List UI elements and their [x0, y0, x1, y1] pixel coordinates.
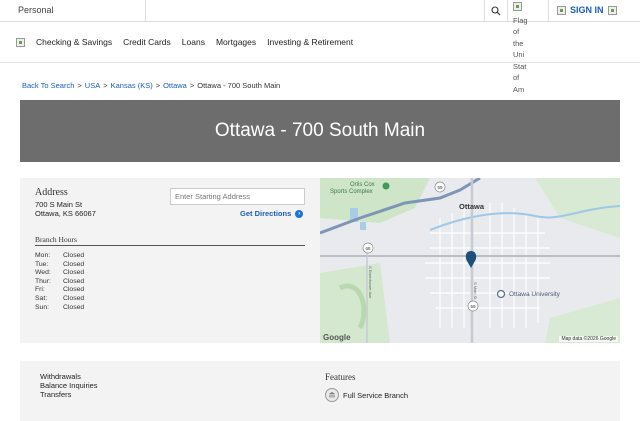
divider: [145, 0, 146, 22]
map-label-sports-complex: Sports Complex: [330, 189, 373, 195]
branch-map[interactable]: 59 68 59 Orlis Cox Sports Complex Ottawa…: [320, 178, 620, 343]
park-icon: [382, 182, 390, 190]
hours-day: Thur:: [35, 277, 51, 285]
map-label-eisenhower: S Eisenhower Ave: [368, 266, 373, 299]
broken-image-icon: [607, 5, 617, 15]
breadcrumb-ottawa[interactable]: Ottawa: [163, 81, 187, 90]
top-bar: Personal Flag of the Uni Stat of Am SIGN…: [0, 0, 640, 94]
lock-icon: [557, 5, 566, 15]
hours-day: Mon:: [35, 252, 51, 259]
svg-text:68: 68: [365, 246, 371, 251]
hours-value: Closed: [63, 286, 85, 294]
branch-hours-table: Mon: Closed Tue: Closed Wed: Closed Thur: Cl…: [35, 252, 84, 312]
hours-row: Mon: Closed: [35, 252, 84, 261]
services-panel: Withdrawals Balance Inquiries Transfers …: [20, 361, 620, 421]
chevron-right-icon: ›: [295, 209, 304, 218]
sign-in-label: SIGN IN: [570, 5, 604, 15]
hours-row: Fri: Closed: [35, 286, 84, 295]
hours-day: Tue:: [35, 260, 49, 268]
branch-hours-heading: Branch Hours: [35, 235, 77, 244]
nav-item-loans[interactable]: Loans: [182, 37, 205, 47]
segment-personal[interactable]: Personal: [18, 5, 54, 15]
breadcrumb-back-to-search[interactable]: Back To Search: [22, 81, 74, 90]
address-line1: 700 S Main St: [35, 200, 83, 209]
branch-info-panel: Address 700 S Main St Ottawa, KS 66067 G…: [20, 178, 320, 343]
divider: [548, 0, 549, 22]
starting-address-input[interactable]: [170, 188, 305, 205]
features-heading: Features: [325, 372, 356, 382]
hours-value: Closed: [63, 277, 85, 285]
breadcrumb-separator: >: [103, 81, 108, 90]
get-directions-link[interactable]: Get Directions ›: [240, 209, 304, 218]
route-shield: 68: [362, 242, 374, 254]
svg-text:59: 59: [437, 185, 443, 190]
hours-day: Sun:: [35, 303, 49, 311]
map-attribution[interactable]: Map data ©2026 Google: [559, 336, 618, 342]
hours-value: Closed: [63, 260, 85, 268]
hero-banner: Ottawa - 700 South Main: [20, 100, 620, 162]
nav-item-investing-retirement[interactable]: Investing & Retirement: [267, 37, 353, 47]
hours-row: Wed: Closed: [35, 269, 84, 278]
services-list: Withdrawals Balance Inquiries Transfers: [40, 372, 98, 399]
sign-in-button[interactable]: SIGN IN: [557, 5, 617, 15]
hours-row: Tue: Closed: [35, 261, 84, 270]
search-button[interactable]: [484, 0, 508, 22]
hours-value: Closed: [63, 269, 85, 277]
map-canvas[interactable]: 59 68 59 Orlis Cox Sports Complex Ottawa…: [320, 178, 620, 343]
breadcrumb: Back To Search > USA > Kansas (KS) > Ottawa > Ot…: [22, 81, 280, 90]
logo-icon[interactable]: [16, 38, 25, 47]
divider: [35, 245, 305, 246]
map-label-ottawa: Ottawa: [459, 202, 485, 211]
breadcrumb-current: Ottawa - 700 South Main: [197, 81, 281, 90]
breadcrumb-usa[interactable]: USA: [85, 81, 100, 90]
feature-label: Full Service Branch: [343, 390, 409, 400]
route-shield: 59: [434, 181, 446, 193]
page-title: Ottawa - 700 South Main: [214, 120, 426, 141]
map-label-ottawa-university: Ottawa University: [509, 291, 561, 298]
map-label-main-st: S Main St: [473, 282, 478, 300]
hours-day: Sat:: [35, 294, 48, 302]
nav-item-checking-savings[interactable]: Checking & Savings: [36, 37, 112, 47]
route-shield: 59: [467, 300, 479, 312]
hours-value: Closed: [63, 303, 85, 311]
google-logo: Google: [323, 333, 351, 342]
map-label-orlis-cox: Orlis Cox: [350, 182, 375, 188]
hours-day: Wed:: [35, 269, 51, 277]
hours-day: Fri:: [35, 286, 45, 294]
breadcrumb-separator: >: [77, 81, 82, 90]
svg-text:59: 59: [470, 304, 476, 309]
list-item: Transfers: [40, 389, 72, 399]
hours-row: Sun: Closed: [35, 304, 84, 313]
nav-item-mortgages[interactable]: Mortgages: [216, 37, 256, 47]
search-icon: [491, 6, 501, 16]
address-heading: Address: [35, 187, 68, 198]
hours-value: Closed: [63, 252, 85, 259]
address-line2: Ottawa, KS 66067: [35, 209, 96, 218]
nav-items: Checking & Savings Credit Cards Loans Mo…: [36, 37, 353, 47]
university-icon: [496, 289, 506, 299]
hours-row: Thur: Closed: [35, 278, 84, 287]
hours-row: Sat: Closed: [35, 295, 84, 304]
breadcrumb-separator: >: [189, 81, 195, 90]
hours-value: Closed: [63, 294, 85, 302]
broken-image-icon: [513, 2, 522, 11]
breadcrumb-separator: >: [155, 81, 161, 90]
breadcrumb-kansas[interactable]: Kansas (KS): [111, 81, 153, 90]
get-directions-label: Get Directions: [240, 209, 292, 218]
main-nav: Checking & Savings Credit Cards Loans Mo…: [0, 23, 640, 63]
nav-item-credit-cards[interactable]: Credit Cards: [123, 37, 171, 47]
